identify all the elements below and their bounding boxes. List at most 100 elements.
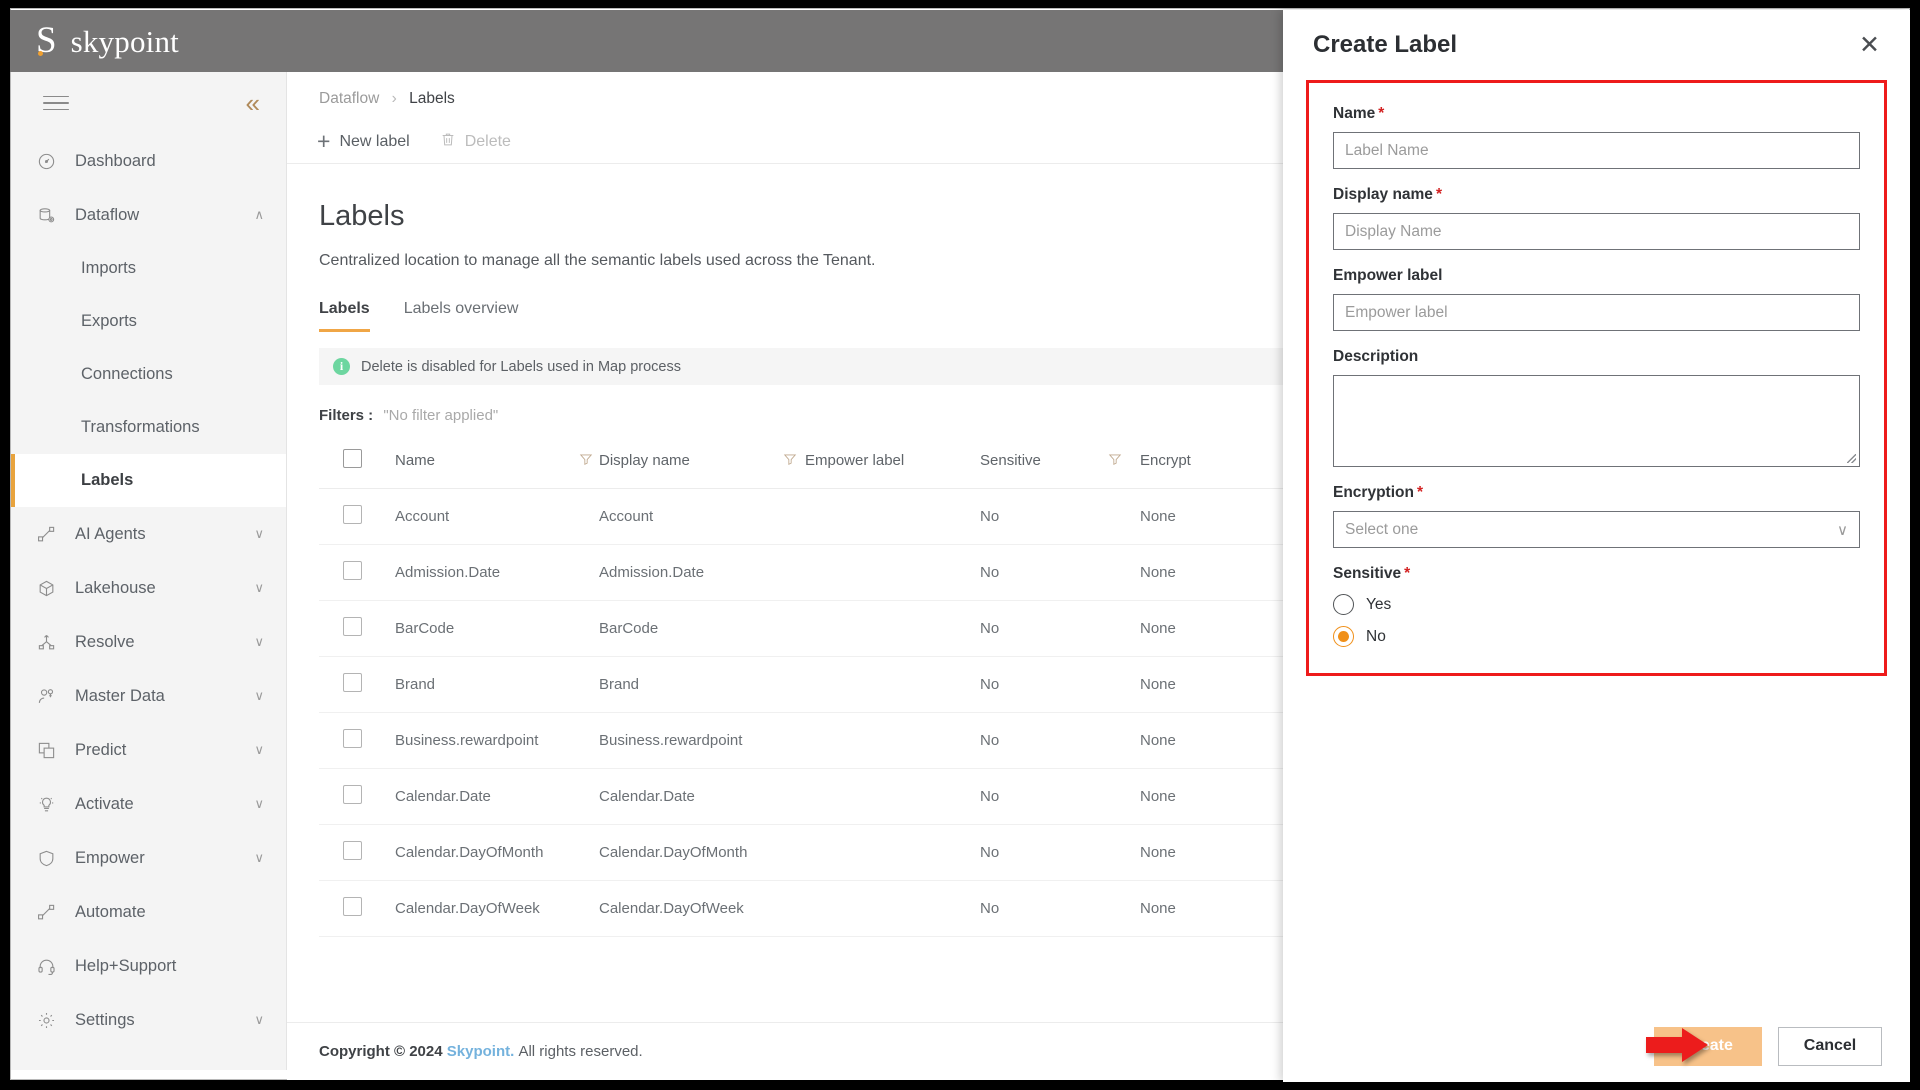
footer-brand-link[interactable]: Skypoint.: [447, 1043, 515, 1060]
panel-action-bar: Create Cancel: [1283, 1010, 1910, 1082]
required-marker: *: [1435, 186, 1442, 203]
tab-labels[interactable]: Labels: [319, 300, 370, 332]
name-input[interactable]: Label Name: [1333, 132, 1860, 169]
row-checkbox[interactable]: [343, 505, 362, 524]
funnel-icon: [1108, 452, 1122, 470]
red-arrow-annotation-icon: [1646, 1026, 1710, 1064]
row-select-cell: [319, 600, 395, 657]
row-checkbox[interactable]: [343, 785, 362, 804]
cell-empower-label: [805, 488, 980, 545]
field-encryption: Encryption * Select one ∨: [1333, 484, 1860, 548]
sidebar-item-dashboard[interactable]: Dashboard: [11, 134, 286, 188]
sidebar-item-dataflow[interactable]: Dataflow ∧: [11, 188, 286, 242]
column-header-empower-label[interactable]: Empower label: [805, 439, 980, 489]
footer-copyright: Copyright © 2024: [319, 1043, 443, 1060]
radio-no[interactable]: [1333, 626, 1354, 647]
field-label: Sensitive *: [1333, 565, 1860, 583]
encryption-select-value: Select one: [1345, 520, 1419, 538]
sidebar-item-help-support[interactable]: Help+Support: [11, 939, 286, 993]
sidebar-item-exports[interactable]: Exports: [11, 295, 286, 348]
sidebar-item-settings[interactable]: Settings ∨: [11, 993, 286, 1047]
cell-spacer: [775, 768, 805, 825]
select-all-checkbox[interactable]: [343, 449, 362, 468]
sidebar-item-predict[interactable]: Predict ∨: [11, 723, 286, 777]
cell-sensitive: No: [980, 824, 1100, 881]
sensitive-option-yes[interactable]: Yes: [1333, 594, 1860, 615]
field-label-text: Name: [1333, 105, 1376, 122]
cell-display-name: Calendar.DayOfMonth: [599, 824, 775, 881]
row-select-cell: [319, 488, 395, 545]
panel-title: Create Label: [1313, 31, 1458, 58]
radio-yes[interactable]: [1333, 594, 1354, 615]
field-label: Description: [1333, 348, 1860, 366]
row-checkbox[interactable]: [343, 561, 362, 580]
chevron-down-icon: ∨: [254, 634, 264, 649]
description-textarea[interactable]: [1333, 375, 1860, 467]
cell-sensitive: No: [980, 544, 1100, 601]
sidebar-item-lakehouse[interactable]: Lakehouse ∨: [11, 561, 286, 615]
cell-spacer: [571, 544, 599, 601]
cell-spacer: [1100, 768, 1140, 825]
display-name-input[interactable]: Display Name: [1333, 213, 1860, 250]
sidebar-header: «: [11, 72, 286, 134]
sidebar-item-label: Predict: [75, 740, 127, 759]
column-header-name[interactable]: Name: [395, 439, 571, 489]
column-header-sensitive[interactable]: Sensitive: [980, 439, 1100, 489]
shield-icon: [37, 849, 63, 868]
filter-display-name-icon[interactable]: [775, 439, 805, 489]
encryption-select[interactable]: Select one ∨: [1333, 511, 1860, 548]
delete-button[interactable]: Delete: [440, 131, 511, 153]
sidebar-item-automate[interactable]: Automate: [11, 885, 286, 939]
filter-sensitive-icon[interactable]: [1100, 439, 1140, 489]
sidebar-item-empower[interactable]: Empower ∨: [11, 831, 286, 885]
sidebar-item-connections[interactable]: Connections: [11, 348, 286, 401]
field-label-text: Sensitive: [1333, 565, 1402, 582]
sidebar-item-imports[interactable]: Imports: [11, 242, 286, 295]
row-checkbox[interactable]: [343, 617, 362, 636]
sidebar-item-master-data[interactable]: Master Data ∨: [11, 669, 286, 723]
cell-sensitive: No: [980, 600, 1100, 657]
close-icon[interactable]: ✕: [1859, 32, 1880, 58]
column-header-display-name[interactable]: Display name: [599, 439, 775, 489]
row-checkbox[interactable]: [343, 897, 362, 916]
cell-empower-label: [805, 824, 980, 881]
filter-name-icon[interactable]: [571, 439, 599, 489]
cell-spacer: [775, 488, 805, 545]
cell-display-name: Business.rewardpoint: [599, 712, 775, 769]
sidebar-item-labels[interactable]: Labels: [11, 454, 286, 507]
cell-empower-label: [805, 600, 980, 657]
cell-spacer: [1100, 824, 1140, 881]
sensitive-option-no[interactable]: No: [1333, 626, 1860, 647]
tab-labels-overview[interactable]: Labels overview: [404, 300, 519, 332]
cell-name: Account: [395, 488, 571, 545]
highlighted-form-region: Name * Label Name Display name * Display N…: [1306, 80, 1887, 676]
new-label-button[interactable]: + New label: [317, 130, 410, 153]
row-select-cell: [319, 712, 395, 769]
sidebar-item-resolve[interactable]: Resolve ∨: [11, 615, 286, 669]
cell-spacer: [1100, 656, 1140, 713]
empower-label-input[interactable]: Empower label: [1333, 294, 1860, 331]
headset-icon: [37, 957, 63, 976]
brand-logo[interactable]: S skypoint: [10, 22, 179, 60]
nodes-icon: [37, 525, 63, 544]
breadcrumb-parent[interactable]: Dataflow: [319, 90, 379, 107]
sidebar-item-label: Help+Support: [75, 956, 177, 975]
cell-sensitive: No: [980, 880, 1100, 937]
cell-spacer: [1100, 488, 1140, 545]
cell-sensitive: No: [980, 656, 1100, 713]
collapse-sidebar-icon[interactable]: «: [246, 90, 260, 116]
sidebar-item-activate[interactable]: Activate ∨: [11, 777, 286, 831]
cell-empower-label: [805, 656, 980, 713]
skypoint-mark-icon: S: [36, 20, 57, 61]
sidebar-item-ai-agents[interactable]: AI Agents ∨: [11, 507, 286, 561]
row-checkbox[interactable]: [343, 841, 362, 860]
row-checkbox[interactable]: [343, 673, 362, 692]
sidebar-item-transformations[interactable]: Transformations: [11, 401, 286, 454]
database-gear-icon: [37, 206, 63, 225]
required-marker: *: [1416, 484, 1423, 501]
cancel-button[interactable]: Cancel: [1778, 1026, 1882, 1066]
radio-yes-label: Yes: [1366, 595, 1392, 613]
hamburger-menu-icon[interactable]: [43, 91, 69, 116]
sidebar-item-label: AI Agents: [75, 524, 146, 543]
row-checkbox[interactable]: [343, 729, 362, 748]
